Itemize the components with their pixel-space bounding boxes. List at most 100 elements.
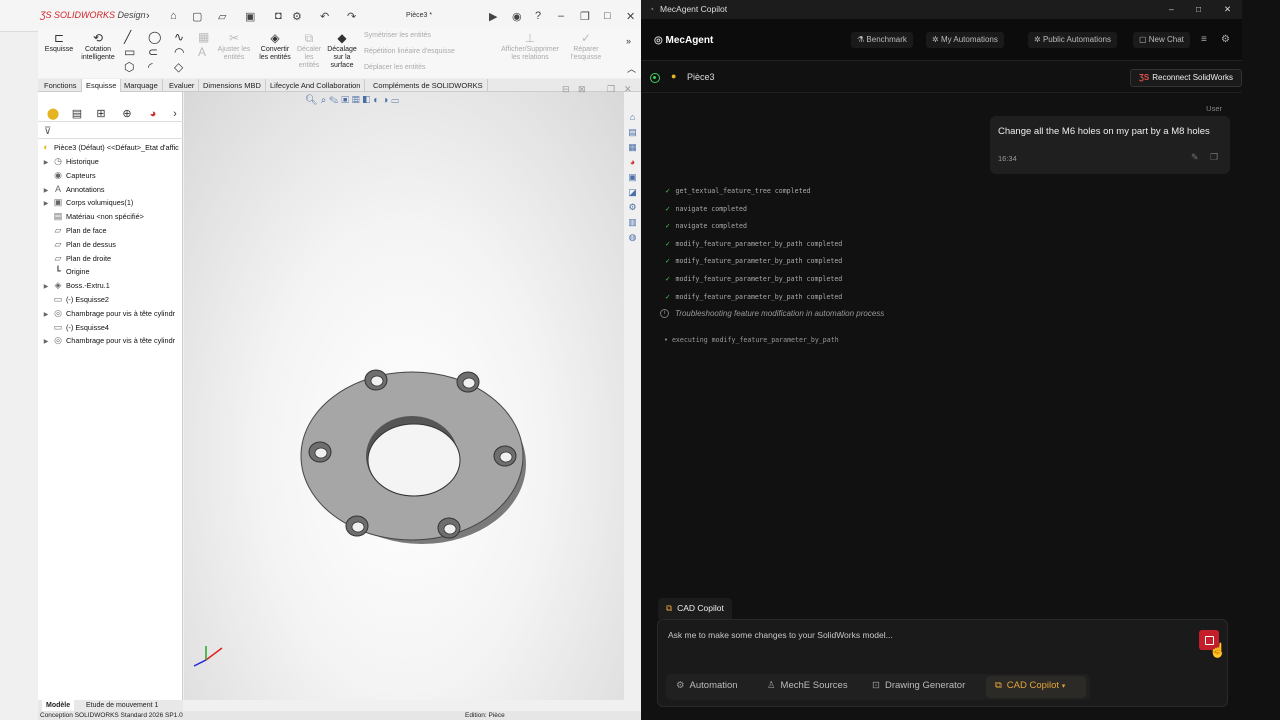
user-icon[interactable]: ◉ [512, 10, 522, 23]
mode-chip[interactable]: ⧉ CAD Copilot [658, 598, 732, 619]
copy-message-icon[interactable]: ❐ [1210, 152, 1218, 163]
design-library-icon[interactable]: ▤ [627, 127, 638, 138]
move-entities-item[interactable]: Déplacer les entités [364, 64, 425, 71]
window-close-icon[interactable]: ✕ [626, 10, 635, 23]
window-restore-icon[interactable]: ❐ [580, 10, 590, 23]
rectangle-icon[interactable]: ▭ [124, 45, 135, 59]
viewport-close-icon[interactable]: ✕ [624, 84, 632, 95]
maximize-icon[interactable]: □ [1196, 4, 1201, 14]
tree-node[interactable]: ◉ Capteurs [40, 169, 185, 182]
tree-node[interactable]: ▶ A Annotations [40, 183, 185, 196]
property-manager-tab-icon[interactable]: ▤ [68, 107, 86, 121]
tab-dimensions-mbd[interactable]: Dimensions MBD [199, 79, 266, 92]
tree-node[interactable]: ▱ Plan de face [40, 224, 185, 237]
repair-sketch-button[interactable]: ✓ Réparer l'esquisse [568, 30, 604, 62]
reconnect-solidworks-button[interactable]: ƷS Reconnect SolidWorks [1130, 69, 1242, 87]
save-icon[interactable]: ▣ [245, 10, 255, 23]
globe-icon[interactable]: ◍ [627, 232, 638, 243]
solidworks-forum-icon[interactable]: ◪ [627, 187, 638, 198]
command-search-icon[interactable]: ▶ [489, 10, 497, 23]
circle-icon[interactable]: ◯ [148, 30, 161, 44]
new-document-icon[interactable]: ▢ [192, 10, 202, 23]
appearances-icon[interactable]: ◕ [627, 157, 638, 168]
mode-drawing-generator[interactable]: ⊡ Drawing Generator [872, 680, 965, 691]
tree-node[interactable]: ▱ Plan de dessus [40, 238, 185, 251]
mode-meche-sources[interactable]: ♙ MechE Sources [767, 680, 848, 691]
graphics-viewport[interactable] [184, 92, 624, 700]
benchmark-button[interactable]: ⚗ Benchmark [851, 32, 913, 48]
tree-node[interactable]: ▭ (-) Esquisse4 [40, 321, 185, 334]
minimize-icon[interactable]: – [1169, 4, 1174, 14]
tab-model[interactable]: Modèle [42, 700, 75, 711]
custom-properties-icon[interactable]: ▣ [627, 172, 638, 183]
display-delete-relations-button[interactable]: ⊥ Afficher/Supprimer les relations [494, 30, 566, 62]
tree-node[interactable]: ┗ Origine [40, 265, 185, 278]
convert-entities-button[interactable]: ◈ Convertir les entités [256, 30, 294, 62]
mode-automation[interactable]: ⚙ Automation [676, 680, 738, 691]
options-gear-icon[interactable]: ⚙ [292, 10, 302, 23]
offset-on-surface-button[interactable]: ◆ Décalage sur la surface [324, 30, 360, 70]
grid-icon[interactable]: ▦ [198, 30, 209, 44]
viewport-tile-icon[interactable]: ⊟ [562, 84, 570, 95]
window-maximize-icon[interactable]: □ [604, 10, 611, 22]
tree-node[interactable]: ▶ ▣ Corps volumiques(1) [40, 196, 185, 209]
tree-node[interactable]: ▤ Matériau <non spécifié> [40, 210, 185, 223]
solidworks-logo[interactable]: ƷS SOLIDWORKS Design [40, 10, 146, 20]
tab-motion-study[interactable]: Etude de mouvement 1 [82, 700, 162, 711]
tab-complements[interactable]: Compléments de SOLIDWORKS [369, 79, 488, 92]
public-automations-button[interactable]: ✲ Public Automations [1028, 32, 1117, 48]
menu-icon[interactable]: ≡ [1201, 34, 1207, 45]
smart-dimension-button[interactable]: ⟲ Cotation intelligente [80, 30, 116, 62]
menu-arrow-icon[interactable]: › [146, 10, 150, 22]
tab-evaluer[interactable]: Evaluer [165, 79, 200, 92]
tab-esquisse[interactable]: Esquisse [82, 79, 122, 92]
tabs-more-icon[interactable]: › [166, 107, 184, 121]
configuration-tab-icon[interactable]: ⊞ [92, 107, 110, 121]
tree-root-part[interactable]: ◐ Pièce3 (Défaut) <<Défaut>_Etat d'affic [40, 141, 185, 154]
edit-message-icon[interactable]: ✎ [1191, 152, 1199, 163]
linear-pattern-item[interactable]: Répétition linéaire d'esquisse [364, 48, 455, 55]
filter-icon[interactable]: ⊽ [44, 126, 51, 137]
close-icon[interactable]: ✕ [1224, 4, 1231, 15]
expand-arrow-icon[interactable]: ▶ [40, 336, 52, 347]
resources-icon[interactable]: ⌂ [627, 112, 638, 123]
tree-node[interactable]: ▶ ◈ Boss.-Extru.1 [40, 279, 185, 292]
chat-input-box[interactable]: Ask me to make some changes to your Soli… [657, 619, 1228, 707]
tree-node[interactable]: ▶ ◎ Chambrage pour vis à tête cylindr [40, 334, 185, 347]
spline-icon[interactable]: ∿ [174, 30, 184, 44]
plugin-icon[interactable]: ⚙ [627, 202, 638, 213]
new-chat-button[interactable]: ▢ New Chat [1133, 32, 1190, 48]
expand-arrow-icon[interactable]: ▶ [40, 281, 52, 292]
polygon-icon[interactable]: ⬡ [124, 60, 134, 74]
print-icon[interactable]: ◘ [275, 10, 282, 22]
tab-fonctions[interactable]: Fonctions [40, 79, 82, 92]
window-minimize-icon[interactable]: – [558, 10, 564, 22]
ribbon-collapse-icon[interactable]: ︿ [627, 62, 636, 75]
open-icon[interactable]: ▱ [218, 10, 226, 23]
file-explorer-icon[interactable]: ▦ [627, 142, 638, 153]
plane-sketch-icon[interactable]: ◇ [174, 60, 183, 74]
heads-up-view-toolbar[interactable]: 🔍︎⌕✎▣▦◧◐◑▭ [305, 95, 402, 106]
line-icon[interactable]: ╱ [124, 30, 131, 44]
text-icon[interactable]: A [198, 45, 206, 59]
tree-node[interactable]: ▱ Plan de droite [40, 252, 185, 265]
fillet-icon[interactable]: ◜ [148, 60, 153, 74]
expand-arrow-icon[interactable]: ▶ [40, 157, 52, 168]
home-icon[interactable]: ⌂ [170, 10, 177, 22]
redo-icon[interactable]: ↷ [347, 10, 356, 23]
expand-arrow-icon[interactable]: ▶ [40, 185, 52, 196]
feature-tree-tab-icon[interactable]: ⬤ [44, 107, 62, 121]
offset-entities-button[interactable]: ⧉ Décaler les entités [294, 30, 324, 70]
viewport-restore-icon[interactable]: ❐ [607, 84, 615, 95]
ribbon-expand-icon[interactable]: » [626, 36, 631, 46]
my-automations-button[interactable]: ✲ My Automations [926, 32, 1004, 48]
mirror-entities-item[interactable]: Symétriser les entités [364, 32, 431, 39]
trim-entities-button[interactable]: ✂ Ajuster les entités [214, 30, 254, 62]
dimxpert-tab-icon[interactable]: ⊕ [118, 107, 136, 121]
tree-node[interactable]: ▶ ◎ Chambrage pour vis à tête cylindr [40, 307, 185, 320]
toolbox-icon[interactable]: ▥ [627, 217, 638, 228]
viewport-link-icon[interactable]: ⊠ [578, 84, 586, 95]
sketch-button[interactable]: ⊏ Esquisse [44, 30, 74, 54]
arc-icon[interactable]: ◠ [174, 45, 184, 59]
display-manager-tab-icon[interactable]: ◕ [144, 107, 162, 121]
